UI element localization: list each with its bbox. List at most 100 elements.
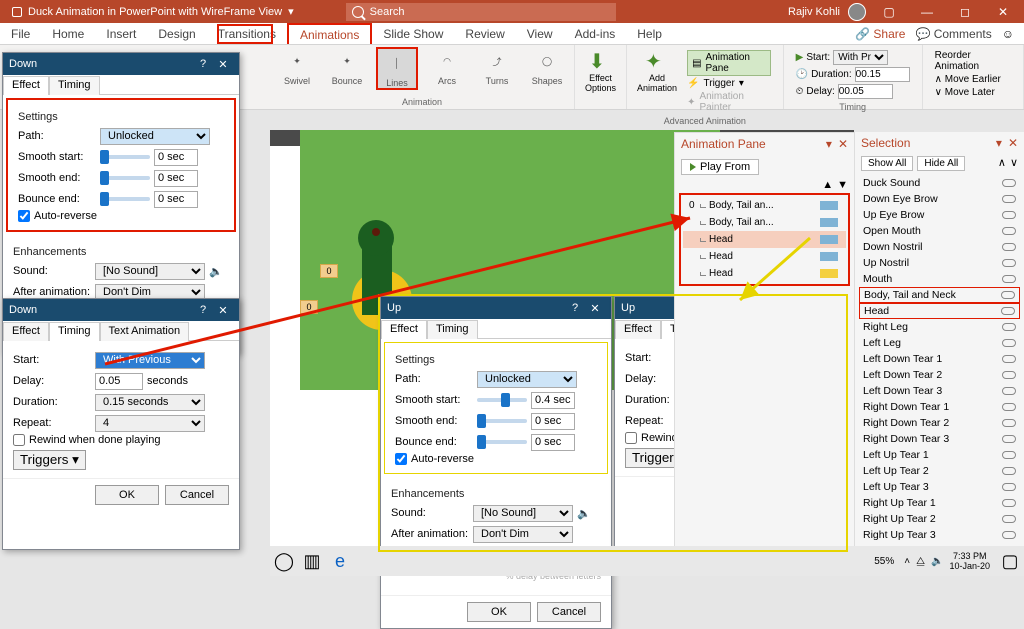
duration-input[interactable]: [855, 67, 910, 82]
tab-timing[interactable]: Timing: [49, 76, 100, 95]
comments-button[interactable]: 💬 Comments: [915, 27, 991, 41]
tab-file[interactable]: File: [0, 23, 41, 44]
visibility-icon[interactable]: [1001, 291, 1015, 299]
rewind-checkbox[interactable]: [625, 432, 637, 444]
speaker-icon[interactable]: 🔈: [209, 265, 223, 278]
visibility-icon[interactable]: [1002, 387, 1016, 395]
visibility-icon[interactable]: [1002, 531, 1016, 539]
selection-item[interactable]: Right Up Tear 1: [859, 495, 1020, 511]
ribbon-display-icon[interactable]: ▢: [874, 0, 904, 23]
rewind-checkbox[interactable]: [13, 434, 25, 446]
visibility-icon[interactable]: [1002, 259, 1016, 267]
wifi-icon[interactable]: ⧋: [916, 556, 925, 567]
repeat-select[interactable]: 4: [95, 415, 205, 432]
visibility-icon[interactable]: [1002, 371, 1016, 379]
autoreverse-checkbox[interactable]: [18, 210, 30, 222]
selection-item[interactable]: Open Mouth: [859, 223, 1020, 239]
move-later-button[interactable]: ∨ Move Later: [935, 87, 1011, 98]
selection-item[interactable]: Left Up Tear 1: [859, 447, 1020, 463]
tab-home[interactable]: Home: [41, 23, 95, 44]
visibility-icon[interactable]: [1002, 211, 1016, 219]
smoothend-slider[interactable]: [100, 176, 150, 180]
move-down-icon[interactable]: ▼: [837, 179, 848, 191]
visibility-icon[interactable]: [1002, 323, 1016, 331]
selection-item[interactable]: Right Up Tear 3: [859, 527, 1020, 543]
selection-item[interactable]: Mouth: [859, 271, 1020, 287]
bounce-slider[interactable]: [477, 440, 527, 444]
selection-item[interactable]: Left Up Tear 3: [859, 479, 1020, 495]
add-animation-button[interactable]: ✦Add Animation: [633, 47, 681, 116]
cortana-icon[interactable]: ◯: [270, 547, 298, 575]
selection-item[interactable]: Duck Sound: [859, 175, 1020, 191]
dropdown-icon[interactable]: ▾: [288, 5, 294, 18]
dropdown-icon[interactable]: ▾: [826, 137, 832, 151]
tab-effect[interactable]: Effect: [381, 320, 427, 339]
help-icon[interactable]: ?: [193, 304, 213, 316]
system-clock[interactable]: 7:33 PM10-Jan-20: [943, 551, 996, 571]
tab-timing[interactable]: Timing: [427, 320, 478, 339]
selection-item[interactable]: Left Down Tear 3: [859, 383, 1020, 399]
dropdown-icon[interactable]: ▾: [996, 136, 1002, 150]
tab-help[interactable]: Help: [626, 23, 673, 44]
visibility-icon[interactable]: [1002, 355, 1016, 363]
bounce-slider[interactable]: [100, 197, 150, 201]
visibility-icon[interactable]: [1002, 275, 1016, 283]
visibility-icon[interactable]: [1002, 243, 1016, 251]
edge-icon[interactable]: e: [326, 547, 354, 575]
avatar[interactable]: [848, 3, 866, 21]
selection-item[interactable]: Right Up Tear 2: [859, 511, 1020, 527]
visibility-icon[interactable]: [1002, 195, 1016, 203]
sound-select[interactable]: [No Sound]: [473, 505, 573, 522]
tab-design[interactable]: Design: [147, 23, 206, 44]
close-icon[interactable]: ✕: [1008, 136, 1018, 150]
visibility-icon[interactable]: [1002, 451, 1016, 459]
maximize-button[interactable]: ◻: [950, 0, 980, 23]
tab-slideshow[interactable]: Slide Show: [372, 23, 454, 44]
selection-item[interactable]: Left Up Tear 2: [859, 463, 1020, 479]
visibility-icon[interactable]: [1002, 435, 1016, 443]
move-up-icon[interactable]: ▲: [822, 179, 833, 191]
cancel-button[interactable]: Cancel: [165, 485, 229, 505]
visibility-icon[interactable]: [1002, 499, 1016, 507]
after-select[interactable]: Don't Dim: [473, 526, 573, 543]
visibility-icon[interactable]: [1002, 483, 1016, 491]
animation-item[interactable]: Head: [683, 248, 846, 265]
close-icon[interactable]: ✕: [213, 58, 233, 71]
close-button[interactable]: ✕: [988, 0, 1018, 23]
sound-select[interactable]: [No Sound]: [95, 263, 205, 280]
selection-item[interactable]: Down Eye Brow: [859, 191, 1020, 207]
close-icon[interactable]: ✕: [585, 302, 605, 315]
selection-item[interactable]: Down Nostril: [859, 239, 1020, 255]
tab-timing[interactable]: Timing: [49, 322, 100, 341]
path-select[interactable]: Unlocked: [100, 128, 210, 145]
animation-painter-button[interactable]: ✦Animation Painter: [687, 91, 771, 113]
search-box[interactable]: Search: [346, 3, 616, 21]
smoothend-input[interactable]: [531, 413, 575, 430]
smoothstart-slider[interactable]: [100, 155, 150, 159]
smoothend-slider[interactable]: [477, 419, 527, 423]
gallery-arcs[interactable]: ◠Arcs: [426, 47, 468, 90]
animation-item[interactable]: 0Body, Tail an...: [683, 197, 846, 214]
selection-item[interactable]: Left Leg: [859, 335, 1020, 351]
path-select[interactable]: Unlocked: [477, 371, 577, 388]
tab-textanim[interactable]: Text Animation: [100, 322, 190, 341]
delay-input[interactable]: [95, 373, 143, 390]
help-icon[interactable]: ?: [193, 58, 213, 70]
close-icon[interactable]: ✕: [838, 137, 848, 151]
visibility-icon[interactable]: [1002, 227, 1016, 235]
ok-button[interactable]: OK: [467, 602, 531, 622]
selection-item[interactable]: Left Down Tear 2: [859, 367, 1020, 383]
delay-input[interactable]: [838, 84, 893, 99]
visibility-icon[interactable]: [1002, 467, 1016, 475]
gallery-lines[interactable]: │Lines: [376, 47, 418, 90]
gallery-swivel[interactable]: ✦Swivel: [276, 47, 318, 90]
trigger-button[interactable]: ⚡Trigger ▾: [687, 78, 771, 89]
minimize-button[interactable]: —: [912, 0, 942, 23]
tab-review[interactable]: Review: [454, 23, 515, 44]
animation-pane-button[interactable]: ▤Animation Pane: [687, 50, 771, 76]
anim-tag-0a[interactable]: 0: [320, 264, 338, 278]
animation-item[interactable]: Head: [683, 231, 846, 248]
smoothstart-slider[interactable]: [477, 398, 527, 402]
animation-item[interactable]: Body, Tail an...: [683, 214, 846, 231]
speaker-icon[interactable]: 🔈: [577, 507, 591, 520]
